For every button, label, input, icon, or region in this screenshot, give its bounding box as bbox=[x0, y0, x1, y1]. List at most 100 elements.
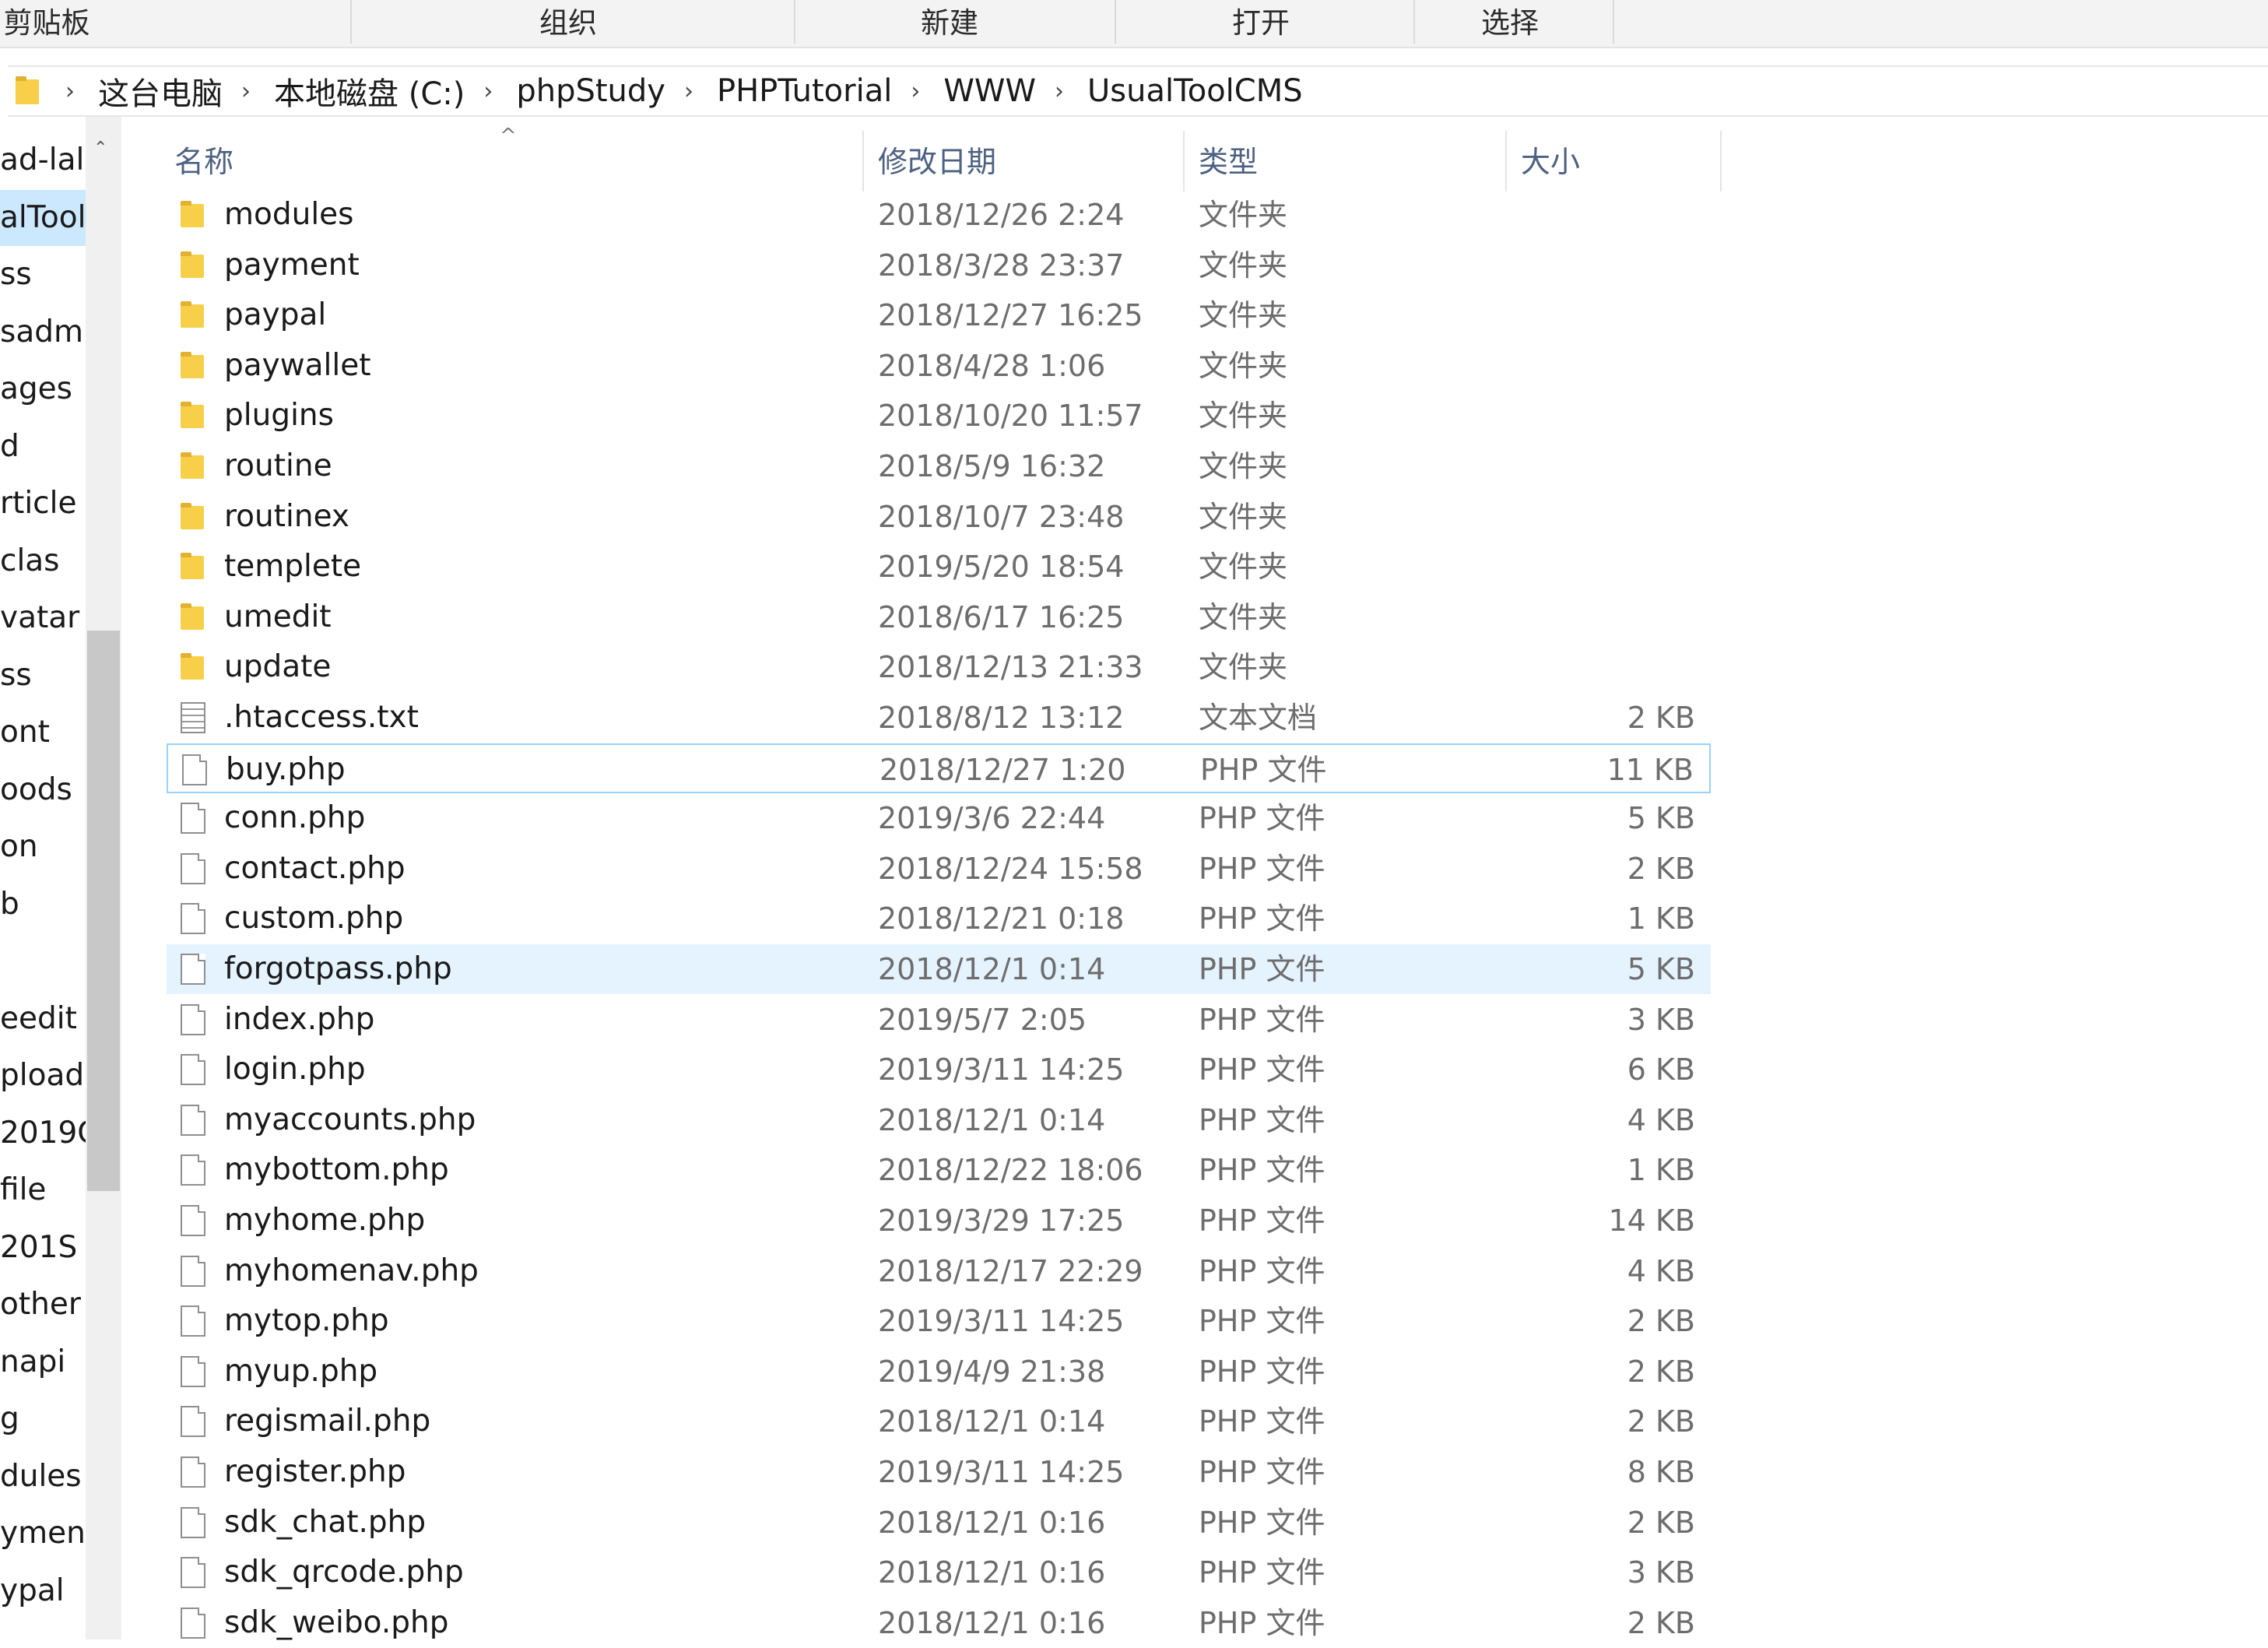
file-type: PHP 文件 bbox=[1199, 1002, 1325, 1037]
file-name: umedit bbox=[224, 599, 332, 634]
nav-item[interactable]: on bbox=[0, 819, 86, 875]
column-header-size[interactable]: 大小 bbox=[1521, 132, 1580, 192]
file-type: 文件夹 bbox=[1199, 198, 1288, 232]
file-row[interactable]: paypal 2018/12/27 16:25 文件夹 bbox=[167, 290, 1711, 340]
file-icon bbox=[181, 1557, 205, 1589]
ribbon-group-clipboard[interactable]: 剪贴板 bbox=[0, 3, 93, 44]
file-row[interactable]: payment 2018/3/28 23:37 文件夹 bbox=[167, 241, 1711, 290]
nav-item[interactable]: ages bbox=[0, 361, 86, 417]
file-row[interactable]: mybottom.php 2018/12/22 18:06 PHP 文件 1 KB bbox=[167, 1145, 1711, 1195]
chevron-right-icon[interactable]: › bbox=[54, 78, 86, 105]
file-size: 3 KB bbox=[1627, 1555, 1695, 1590]
chevron-right-icon[interactable]: › bbox=[230, 78, 262, 105]
folder-icon bbox=[181, 452, 204, 479]
column-divider[interactable] bbox=[1720, 131, 1722, 192]
file-row[interactable]: routine 2018/5/9 16:32 文件夹 bbox=[167, 441, 1711, 491]
file-row[interactable]: paywallet 2018/4/28 1:06 文件夹 bbox=[167, 341, 1711, 391]
file-row[interactable]: myhome.php 2019/3/29 17:25 PHP 文件 14 KB bbox=[167, 1196, 1711, 1246]
file-row[interactable]: index.php 2019/5/7 2:05 PHP 文件 3 KB bbox=[167, 995, 1711, 1045]
file-row[interactable]: login.php 2019/3/11 14:25 PHP 文件 6 KB bbox=[167, 1045, 1711, 1095]
column-header-date[interactable]: 修改日期 bbox=[878, 132, 996, 192]
breadcrumb-www[interactable]: WWW bbox=[931, 73, 1044, 109]
file-row[interactable]: routinex 2018/10/7 23:48 文件夹 bbox=[167, 492, 1711, 542]
file-row[interactable]: .htaccess.txt 2018/8/12 13:12 文本文档 2 KB bbox=[167, 693, 1711, 743]
file-name: contact.php bbox=[224, 850, 406, 886]
file-row[interactable]: sdk_qrcode.php 2018/12/1 0:16 PHP 文件 3 KB bbox=[167, 1548, 1711, 1597]
nav-item[interactable] bbox=[0, 933, 86, 989]
nav-item[interactable]: 201S bbox=[0, 1220, 86, 1276]
nav-item[interactable]: ss bbox=[0, 247, 86, 303]
nav-item[interactable]: oods bbox=[0, 762, 86, 818]
ribbon-group-open[interactable]: 打开 bbox=[1199, 3, 1323, 44]
chevron-right-icon[interactable]: › bbox=[673, 78, 704, 105]
nav-item[interactable]: ypal bbox=[0, 1563, 86, 1619]
column-divider[interactable] bbox=[862, 131, 864, 192]
file-row[interactable]: myhomenav.php 2018/12/17 22:29 PHP 文件 4 KB bbox=[167, 1246, 1711, 1296]
file-row[interactable]: umedit 2018/6/17 16:25 文件夹 bbox=[167, 592, 1711, 642]
breadcrumb-phpstudy[interactable]: phpStudy bbox=[504, 73, 673, 109]
file-row[interactable]: sdk_chat.php 2018/12/1 0:16 PHP 文件 2 KB bbox=[167, 1498, 1711, 1548]
nav-item[interactable]: g bbox=[0, 1391, 86, 1447]
file-row[interactable]: modules 2018/12/26 2:24 文件夹 bbox=[167, 190, 1711, 240]
nav-scrollbar-thumb[interactable] bbox=[87, 631, 120, 1191]
file-name: myup.php bbox=[224, 1353, 378, 1389]
file-date: 2018/12/1 0:14 bbox=[878, 952, 1106, 986]
nav-item[interactable]: napi bbox=[0, 1334, 86, 1390]
file-row[interactable]: forgotpass.php 2018/12/1 0:14 PHP 文件 5 KB bbox=[167, 944, 1711, 994]
file-row[interactable]: myaccounts.php 2018/12/1 0:14 PHP 文件 4 KB bbox=[167, 1095, 1711, 1145]
nav-item[interactable]: d bbox=[0, 419, 86, 475]
file-row[interactable]: mytop.php 2019/3/11 14:25 PHP 文件 2 KB bbox=[167, 1296, 1711, 1346]
scroll-up-icon[interactable]: ⌃ bbox=[93, 139, 107, 158]
address-bar[interactable]: › 这台电脑 › 本地磁盘 (C:) › phpStudy › PHPTutor… bbox=[8, 65, 2268, 117]
file-date: 2018/12/1 0:14 bbox=[878, 1102, 1106, 1137]
file-row[interactable]: buy.php 2018/12/27 1:20 PHP 文件 11 KB bbox=[167, 743, 1711, 793]
nav-item[interactable]: clas bbox=[0, 533, 86, 589]
file-icon bbox=[181, 1456, 205, 1488]
chevron-right-icon[interactable]: › bbox=[1044, 78, 1075, 105]
nav-item[interactable]: 2019C bbox=[0, 1105, 86, 1161]
column-header-name[interactable]: 名称 bbox=[174, 132, 233, 192]
column-header-type[interactable]: 类型 bbox=[1199, 132, 1258, 192]
file-row[interactable]: templete 2019/5/20 18:54 文件夹 bbox=[167, 542, 1711, 592]
file-type: 文件夹 bbox=[1199, 499, 1288, 534]
file-row[interactable]: conn.php 2019/3/6 22:44 PHP 文件 5 KB bbox=[167, 793, 1711, 843]
nav-item[interactable]: sadm bbox=[0, 304, 86, 360]
file-row[interactable]: contact.php 2018/12/24 15:58 PHP 文件 2 KB bbox=[167, 844, 1711, 894]
file-row[interactable]: plugins 2018/10/20 11:57 文件夹 bbox=[167, 391, 1711, 441]
nav-item[interactable]: pload bbox=[0, 1048, 86, 1104]
file-type: 文件夹 bbox=[1199, 650, 1288, 685]
nav-item[interactable]: rticle bbox=[0, 476, 86, 532]
breadcrumb-this-pc[interactable]: 这台电脑 bbox=[86, 69, 230, 114]
ribbon-group-select[interactable]: 选择 bbox=[1448, 3, 1572, 44]
nav-item[interactable]: b bbox=[0, 877, 86, 933]
file-row[interactable]: myup.php 2019/4/9 21:38 PHP 文件 2 KB bbox=[167, 1347, 1711, 1397]
nav-item[interactable]: other bbox=[0, 1277, 86, 1333]
nav-scrollbar[interactable]: ⌃ bbox=[86, 117, 121, 1639]
file-icon bbox=[181, 1255, 205, 1287]
chevron-right-icon[interactable]: › bbox=[900, 78, 931, 105]
column-divider[interactable] bbox=[1183, 131, 1185, 192]
file-row[interactable]: regismail.php 2018/12/1 0:14 PHP 文件 2 KB bbox=[167, 1397, 1711, 1446]
file-icon bbox=[181, 1154, 205, 1186]
nav-item[interactable]: ont bbox=[0, 705, 86, 761]
breadcrumb-phptutorial[interactable]: PHPTutorial bbox=[704, 73, 900, 109]
sort-ascending-icon: ^ bbox=[500, 125, 517, 148]
nav-item[interactable]: yment bbox=[0, 1506, 86, 1562]
nav-item[interactable]: file bbox=[0, 1162, 86, 1218]
ribbon-group-organize[interactable]: 组织 bbox=[506, 3, 630, 44]
nav-item[interactable]: vatar bbox=[0, 590, 86, 646]
nav-item[interactable]: ad-lal bbox=[0, 132, 86, 188]
file-row[interactable]: custom.php 2018/12/21 0:18 PHP 文件 1 KB bbox=[167, 894, 1711, 943]
nav-item[interactable]: dules bbox=[0, 1449, 86, 1505]
chevron-right-icon[interactable]: › bbox=[472, 78, 504, 105]
nav-item[interactable]: alTool bbox=[0, 189, 86, 246]
breadcrumb-local-disk[interactable]: 本地磁盘 (C:) bbox=[262, 69, 472, 114]
nav-item[interactable]: ss bbox=[0, 648, 86, 704]
column-divider[interactable] bbox=[1505, 131, 1507, 192]
file-row[interactable]: register.php 2019/3/11 14:25 PHP 文件 8 KB bbox=[167, 1447, 1711, 1497]
file-row[interactable]: sdk_weibo.php 2018/12/1 0:16 PHP 文件 2 KB bbox=[167, 1598, 1711, 1648]
nav-item[interactable]: eedit bbox=[0, 991, 86, 1047]
ribbon-group-new[interactable]: 新建 bbox=[887, 3, 1012, 44]
breadcrumb-usualtoolcms[interactable]: UsualToolCMS bbox=[1075, 73, 1311, 109]
file-row[interactable]: update 2018/12/13 21:33 文件夹 bbox=[167, 642, 1711, 692]
